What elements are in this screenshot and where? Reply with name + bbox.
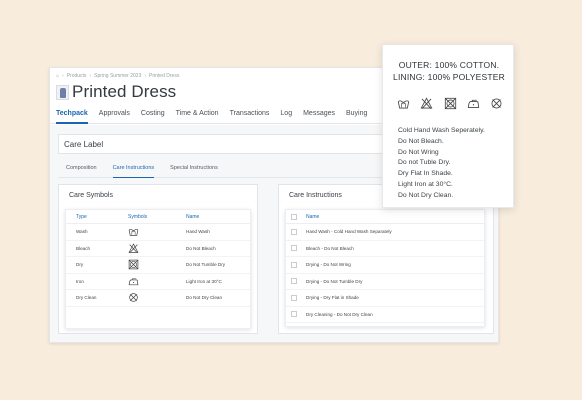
header-type[interactable]: Type bbox=[66, 214, 122, 220]
header-symbols[interactable]: Symbols bbox=[122, 214, 178, 220]
do-not-tumble-dry-icon bbox=[128, 259, 139, 270]
preview-instruction: Light Iron at 30°C. bbox=[398, 180, 453, 188]
row-checkbox[interactable] bbox=[291, 311, 297, 318]
subtab-composition[interactable]: Composition bbox=[66, 162, 97, 178]
header-name[interactable]: Name bbox=[302, 214, 484, 220]
subtab-special-instructions[interactable]: Special Instructions bbox=[170, 162, 218, 178]
care-symbols-panel: Care Symbols Type Symbols Name Wash Hand… bbox=[58, 184, 258, 334]
symbol-name: Do Not Tumble Dry bbox=[186, 262, 226, 268]
row-checkbox[interactable] bbox=[291, 278, 297, 285]
instruction-name: Dry Cleaning - Do Not Dry Clean bbox=[306, 311, 373, 317]
do-not-dry-clean-icon bbox=[491, 98, 502, 109]
table-row[interactable]: Dry Clean Do Not Dry Clean bbox=[66, 290, 250, 307]
symbol-name: Hand Wash bbox=[186, 229, 210, 235]
table-header: Name bbox=[286, 210, 484, 224]
care-symbols-title: Care Symbols bbox=[69, 192, 113, 199]
tab-transactions[interactable]: Transactions bbox=[230, 108, 270, 124]
hand-wash-icon bbox=[397, 100, 410, 109]
breadcrumb: ⌂ › Products › Spring Summer 2023 › Prin… bbox=[56, 73, 179, 79]
product-thumbnail[interactable] bbox=[56, 84, 69, 100]
do-not-dry-clean-icon bbox=[129, 293, 138, 302]
iron-low-icon bbox=[128, 278, 139, 285]
instruction-name: Hand Wash - Cold Hand Wash Separately bbox=[306, 229, 392, 235]
table-row[interactable]: Drying - Do Not Wring bbox=[286, 257, 484, 274]
instruction-name: Bleach - Do Not Bleach bbox=[306, 245, 354, 251]
do-not-bleach-icon bbox=[420, 97, 433, 109]
preview-instructions: Cold Hand Wash Seperately. Do Not Bleach… bbox=[398, 126, 485, 202]
preview-instruction: Do Not Dry Clean. bbox=[398, 191, 454, 199]
subtab-care-instructions[interactable]: Care Instructions bbox=[112, 162, 155, 178]
care-label-preview: OUTER: 100% COTTON. LINING: 100% POLYEST… bbox=[382, 44, 514, 208]
fabric-composition: OUTER: 100% COTTON. LINING: 100% POLYEST… bbox=[383, 59, 515, 83]
breadcrumb-separator: › bbox=[62, 73, 64, 79]
row-checkbox[interactable] bbox=[291, 294, 297, 301]
table-row[interactable]: Wash Hand Wash bbox=[66, 224, 250, 241]
instruction-name: Drying - Dry Flat in Shade bbox=[306, 295, 359, 301]
care-instructions-table: Name Hand Wash - Cold Hand Wash Separate… bbox=[285, 209, 485, 327]
preview-instruction: Dry Flat In Shade. bbox=[398, 170, 453, 178]
title-row: Printed Dress bbox=[56, 82, 176, 102]
preview-instruction: Cold Hand Wash Seperately. bbox=[398, 127, 485, 134]
header-name[interactable]: Name bbox=[178, 214, 250, 220]
tab-costing[interactable]: Costing bbox=[141, 108, 165, 124]
care-symbols-table: Type Symbols Name Wash Hand Wash Bleach … bbox=[65, 209, 251, 329]
symbol-type: Iron bbox=[76, 278, 84, 284]
page-title: Printed Dress bbox=[72, 82, 177, 101]
iron-low-icon bbox=[467, 99, 479, 108]
breadcrumb-item[interactable]: Products bbox=[67, 73, 87, 79]
table-row[interactable]: Drying - Dry Flat in Shade bbox=[286, 290, 484, 307]
preview-instruction: Do Not Wring bbox=[398, 148, 439, 156]
tab-buying[interactable]: Buying bbox=[346, 108, 367, 124]
table-row[interactable]: Drying - Do Not Tumble Dry bbox=[286, 274, 484, 290]
table-row[interactable]: Hand Wash - Cold Hand Wash Separately bbox=[286, 224, 484, 241]
tab-techpack[interactable]: Techpack bbox=[56, 108, 88, 124]
preview-instruction: Do Not Bleach. bbox=[398, 137, 444, 145]
breadcrumb-separator: › bbox=[89, 73, 92, 79]
tab-messages[interactable]: Messages bbox=[303, 108, 335, 124]
select-all-checkbox[interactable] bbox=[291, 213, 297, 220]
tab-approvals[interactable]: Approvals bbox=[99, 108, 130, 124]
breadcrumb-item[interactable]: Spring Summer 2023 bbox=[94, 73, 141, 79]
composition-outer: OUTER: 100% COTTON. bbox=[398, 60, 500, 70]
table-row[interactable]: Iron Light Iron at 30°C bbox=[66, 274, 250, 290]
home-icon[interactable]: ⌂ bbox=[56, 73, 59, 79]
row-checkbox[interactable] bbox=[291, 228, 297, 235]
care-instructions-title: Care Instructions bbox=[289, 192, 342, 199]
breadcrumb-separator: › bbox=[144, 73, 147, 79]
preview-icons bbox=[397, 97, 503, 110]
composition-lining: LINING: 100% POLYESTER bbox=[393, 72, 505, 82]
symbol-type: Dry bbox=[76, 262, 84, 268]
row-checkbox[interactable] bbox=[291, 245, 297, 252]
symbol-type: Bleach bbox=[76, 245, 91, 251]
care-label-title: Care Label bbox=[64, 140, 104, 149]
breadcrumb-item: Printed Dress bbox=[149, 73, 180, 79]
table-row[interactable]: Dry Cleaning - Do Not Dry Clean bbox=[286, 307, 484, 323]
instruction-name: Drying - Do Not Wring bbox=[306, 262, 351, 268]
hand-wash-icon bbox=[128, 229, 139, 236]
do-not-tumble-dry-icon bbox=[444, 97, 456, 110]
row-checkbox[interactable] bbox=[291, 261, 297, 268]
symbol-type: Dry Clean bbox=[76, 295, 97, 301]
preview-instruction: Do not Tuble Dry. bbox=[398, 159, 451, 167]
table-row[interactable]: Bleach - Do Not Bleach bbox=[286, 241, 484, 257]
table-header: Type Symbols Name bbox=[66, 210, 250, 224]
symbol-name: Do Not Bleach bbox=[186, 245, 216, 251]
symbol-name: Do Not Dry Clean bbox=[186, 295, 222, 301]
symbol-name: Light Iron at 30°C bbox=[186, 278, 222, 284]
symbol-type: Wash bbox=[76, 229, 88, 235]
tab-time-action[interactable]: Time & Action bbox=[176, 108, 219, 124]
table-row[interactable]: Dry Do Not Tumble Dry bbox=[66, 257, 250, 274]
do-not-bleach-icon bbox=[128, 243, 139, 253]
table-row[interactable]: Bleach Do Not Bleach bbox=[66, 241, 250, 257]
instruction-name: Drying - Do Not Tumble Dry bbox=[306, 278, 363, 284]
tab-log[interactable]: Log bbox=[280, 108, 292, 124]
